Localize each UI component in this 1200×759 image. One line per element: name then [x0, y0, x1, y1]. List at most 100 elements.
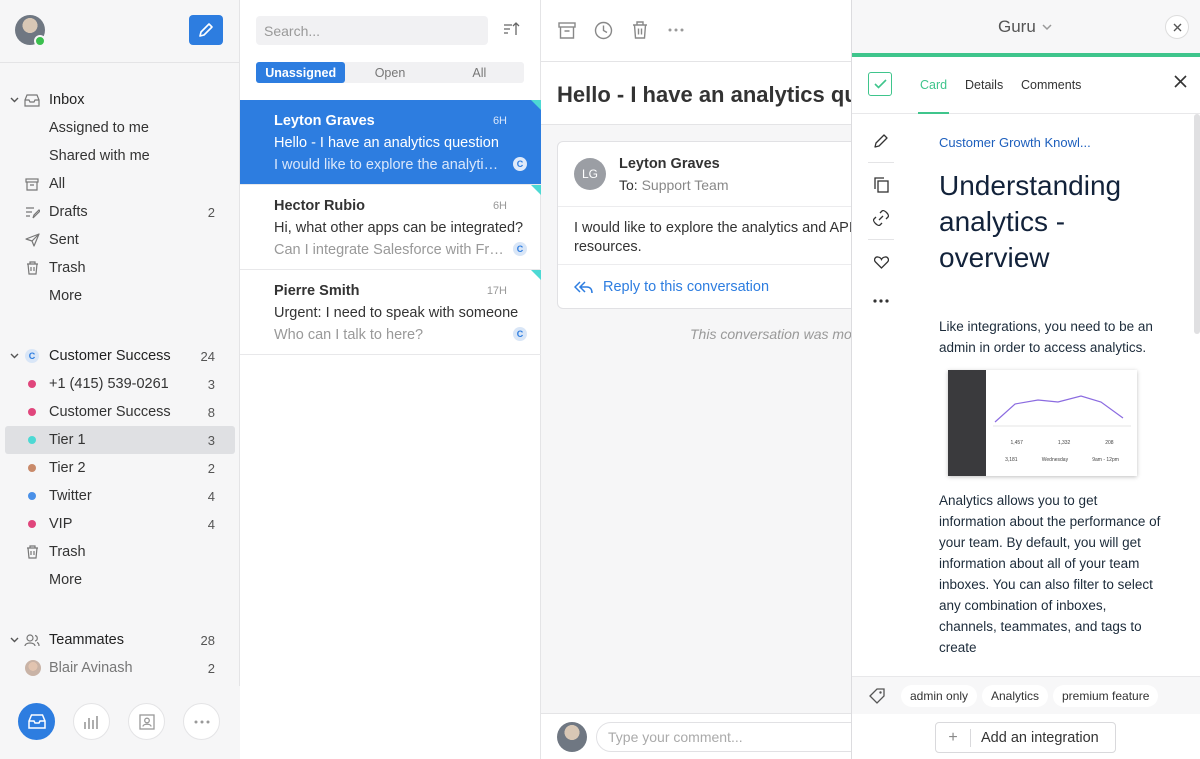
sidebar-item-tier-1[interactable]: Tier 1 3: [5, 426, 235, 454]
copy-card-button[interactable]: [870, 174, 892, 196]
sidebar-item-tier-2[interactable]: Tier 2 2: [5, 454, 235, 482]
inbox-label: Inbox: [49, 92, 85, 108]
subject: Hi, what other apps can be integrated?: [274, 220, 524, 236]
sidebar-item-phone[interactable]: +1 (415) 539-0261 3: [5, 370, 235, 398]
scrollbar[interactable]: [1194, 114, 1200, 334]
tab-open[interactable]: Open: [345, 62, 434, 83]
edit-card-button[interactable]: [870, 129, 892, 151]
sidebar-item-count: 4: [207, 516, 215, 532]
trash-icon: [23, 260, 41, 276]
teammates-label: Teammates: [49, 632, 124, 648]
tab-details[interactable]: Details: [965, 78, 1003, 92]
snooze-button[interactable]: [593, 20, 613, 40]
tab-unassigned[interactable]: Unassigned: [256, 62, 346, 83]
delete-button[interactable]: [630, 20, 650, 40]
compose-button[interactable]: [189, 15, 223, 45]
inbox-header[interactable]: Inbox: [5, 86, 235, 114]
sidebar-item-drafts[interactable]: Drafts 2: [5, 198, 235, 226]
more-icon: [194, 720, 209, 723]
divider: [868, 239, 894, 240]
screenshot-stats-row: 1,457 1,332 208: [993, 440, 1131, 446]
breadcrumb[interactable]: Customer Growth Knowl...: [939, 135, 1161, 150]
sidebar-item-customer-success[interactable]: Customer Success 8: [5, 398, 235, 426]
comment-input[interactable]: [596, 722, 851, 752]
sidebar-item-twitter[interactable]: Twitter 4: [5, 482, 235, 510]
conversation-item[interactable]: Leyton Graves 6H Hello - I have an analy…: [240, 100, 541, 185]
team-header[interactable]: C Customer Success 24: [5, 342, 235, 370]
sidebar-item-label: Tier 2: [49, 460, 86, 476]
tag-premium-feature[interactable]: premium feature: [1053, 685, 1159, 707]
card-paragraph: Analytics allows you to get information …: [939, 493, 1161, 655]
tag-dot: [28, 464, 36, 472]
more-actions-button[interactable]: [666, 20, 686, 40]
conversation-view: Hello - I have an analytics question LG …: [541, 0, 851, 759]
sidebar-item-shared[interactable]: Shared with me: [5, 142, 235, 170]
chevron-down-icon: [10, 637, 19, 643]
team-badge: C: [513, 327, 527, 341]
tag-dot: [28, 380, 36, 388]
contacts-icon: [138, 713, 155, 730]
sidebar-item-more[interactable]: More: [5, 282, 235, 310]
archive-icon: [23, 176, 41, 192]
sort-button[interactable]: [503, 22, 521, 39]
archive-button[interactable]: [557, 20, 577, 40]
close-panel-button[interactable]: [1165, 15, 1189, 39]
copy-link-button[interactable]: [870, 207, 892, 229]
search-input[interactable]: [256, 16, 488, 45]
guru-app-selector[interactable]: Guru: [998, 17, 1052, 37]
teammates-count: 28: [200, 632, 215, 648]
archive-icon: [558, 21, 576, 39]
recipient-line: To: Support Team: [619, 177, 728, 193]
guru-header: Guru: [852, 0, 1200, 53]
sidebar-item-sent[interactable]: Sent: [5, 226, 235, 254]
sidebar-item-trash[interactable]: Trash: [5, 254, 235, 282]
filter-tabs: Unassigned Open All: [256, 62, 524, 83]
sidebar-item-team-trash[interactable]: Trash: [5, 538, 235, 566]
sidebar-item-all[interactable]: All: [5, 170, 235, 198]
favorite-button[interactable]: [870, 251, 892, 273]
conversation-item[interactable]: Hector Rubio 6H Hi, what other apps can …: [240, 185, 541, 270]
preview: Can I integrate Salesforce with Front?: [274, 242, 504, 258]
tab-card[interactable]: Card: [917, 78, 950, 114]
sidebar-item-count: 2: [207, 660, 215, 676]
analytics-nav-button[interactable]: [73, 703, 110, 740]
sidebar-item-vip[interactable]: VIP 4: [5, 510, 235, 538]
team-badge: C: [513, 157, 527, 171]
stat-value: 3,181: [1005, 457, 1018, 463]
sidebar-item-teammate[interactable]: Blair Avinash 2: [5, 654, 235, 682]
add-integration-button[interactable]: + Add an integration: [935, 722, 1116, 753]
inbox-nav-button[interactable]: [18, 703, 55, 740]
contacts-nav-button[interactable]: [128, 703, 165, 740]
conversation-item[interactable]: Pierre Smith 17H Urgent: I need to speak…: [240, 270, 541, 355]
sidebar-item-count: 4: [207, 488, 215, 504]
guru-panel: Guru Card Details Comments Customer Grow…: [851, 0, 1200, 759]
close-card-button[interactable]: [1174, 75, 1187, 91]
sidebar-item-assigned[interactable]: Assigned to me: [5, 114, 235, 142]
tag-admin-only[interactable]: admin only: [901, 685, 978, 707]
tab-comments[interactable]: Comments: [1021, 78, 1081, 92]
guru-title: Guru: [998, 17, 1036, 36]
more-options-button[interactable]: [870, 290, 892, 312]
inbox-icon: [27, 714, 46, 729]
more-nav-button[interactable]: [183, 703, 220, 740]
pencil-icon: [199, 23, 213, 37]
sender-name: Pierre Smith: [274, 283, 360, 299]
people-icon: [23, 632, 41, 648]
chevron-down-icon: [1042, 23, 1052, 30]
sidebar-item-label: Twitter: [49, 488, 92, 504]
avatar: LG: [574, 158, 606, 190]
divider: [558, 264, 851, 265]
tag-analytics[interactable]: Analytics: [982, 685, 1049, 707]
message-card[interactable]: LG Leyton Graves To: Support Team I woul…: [557, 141, 851, 309]
divider: [558, 206, 851, 207]
reply-link[interactable]: Reply to this conversation: [574, 279, 769, 295]
verify-card-button[interactable]: [868, 72, 892, 96]
sidebar-item-count: 2: [207, 204, 215, 220]
close-icon: [1174, 75, 1187, 88]
sidebar-item-team-more[interactable]: More: [5, 566, 235, 594]
sender-name: Leyton Graves: [619, 156, 720, 172]
teammates-header[interactable]: Teammates 28: [5, 626, 235, 654]
tab-all[interactable]: All: [435, 62, 524, 83]
sidebar-item-count: 3: [207, 376, 215, 392]
team-badge: C: [513, 242, 527, 256]
